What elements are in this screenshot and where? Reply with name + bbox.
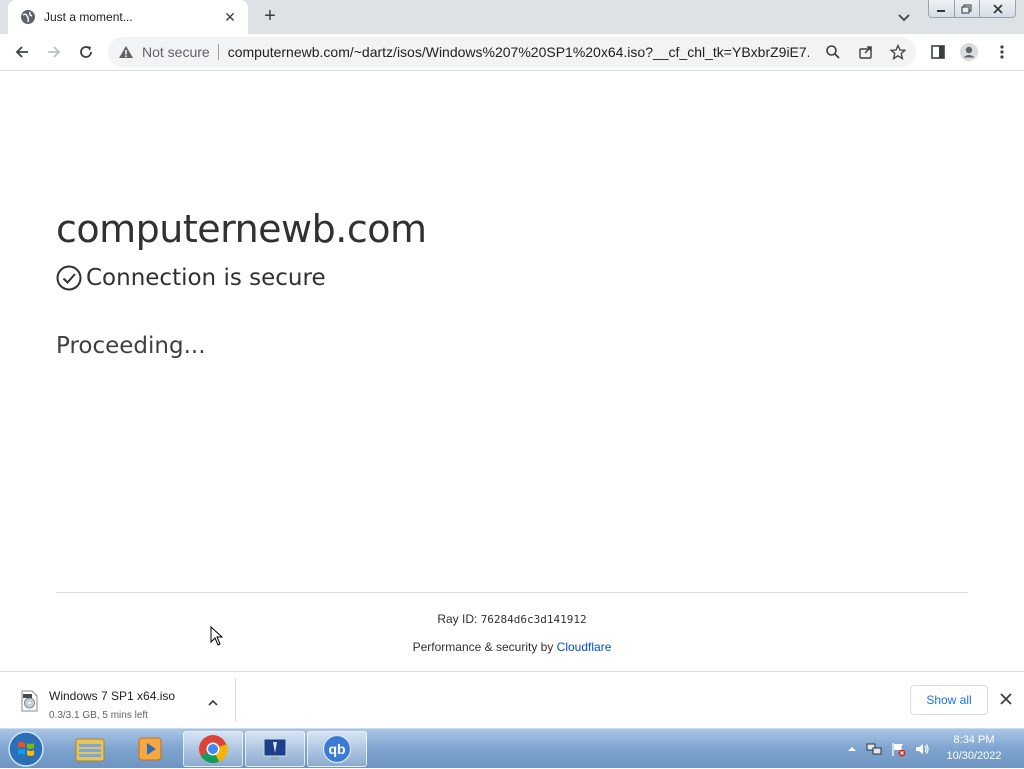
reload-button[interactable]: [76, 42, 96, 62]
minimize-icon: [937, 9, 946, 12]
clock-time: 8:34 PM: [953, 734, 995, 746]
qbittorrent-icon: qb: [322, 734, 352, 764]
download-shelf: Windows 7 SP1 x64.iso 0.3/3.1 GB, 5 mins…: [0, 671, 1024, 728]
search-icon[interactable]: [825, 44, 841, 60]
url-text[interactable]: computernewb.com/~dartz/isos/Windows%207…: [219, 44, 809, 60]
close-icon[interactable]: [998, 691, 1014, 707]
secure-status-row: Connection is secure: [56, 265, 326, 291]
tab-title: Just a moment...: [44, 10, 133, 24]
more-vert-icon: [1000, 45, 1004, 59]
profile-button[interactable]: [959, 42, 979, 62]
network-icon[interactable]: [866, 741, 882, 757]
cloudflare-link[interactable]: Cloudflare: [557, 640, 612, 654]
share-icon[interactable]: [858, 44, 874, 60]
avatar-icon: [960, 43, 978, 61]
secure-text: Connection is secure: [86, 265, 326, 291]
performance-label: Performance & security by: [412, 640, 554, 654]
side-panel-icon: [931, 45, 945, 59]
back-arrow-icon: [15, 46, 28, 58]
window-controls: [928, 0, 1016, 18]
warning-icon: [119, 46, 133, 58]
chevron-up-icon[interactable]: [844, 741, 860, 757]
performance-line: Performance & security by Cloudflare: [0, 640, 1024, 654]
page-content: computernewb.com Connection is secure Pr…: [0, 71, 1024, 671]
taskbar-media-player[interactable]: [120, 731, 180, 767]
browser-tab[interactable]: Just a moment... ✕: [8, 0, 248, 34]
system-app-icon: [263, 738, 287, 760]
menu-button[interactable]: [992, 42, 1012, 62]
security-status[interactable]: Not secure: [142, 44, 219, 60]
ray-id-line: Ray ID: 76284d6c3d141912: [0, 612, 1024, 626]
taskbar-explorer[interactable]: [60, 731, 120, 767]
divider: [56, 592, 968, 593]
page-title: computernewb.com: [56, 207, 427, 251]
back-button[interactable]: [12, 42, 32, 62]
ray-id-value: 76284d6c3d141912: [480, 613, 587, 626]
restore-button[interactable]: [955, 0, 981, 17]
chevron-up-icon[interactable]: [206, 696, 220, 710]
download-item[interactable]: Windows 7 SP1 x64.iso 0.3/3.1 GB, 5 mins…: [10, 678, 236, 722]
reload-icon: [80, 46, 92, 58]
globe-icon: [21, 10, 35, 24]
taskbar: qb 8:34 PM 10/30/2022: [0, 728, 1024, 768]
star-icon[interactable]: [890, 44, 906, 60]
browser-toolbar: Not secure computernewb.com/~dartz/isos/…: [0, 34, 1024, 71]
close-window-button[interactable]: [980, 0, 1015, 17]
folder-icon: [75, 738, 105, 762]
ray-id-label: Ray ID:: [437, 612, 478, 626]
download-status: 0.3/3.1 GB, 5 mins left: [49, 710, 148, 721]
new-tab-button[interactable]: +: [258, 5, 282, 29]
chrome-icon: [199, 735, 228, 763]
taskbar-qbittorrent[interactable]: qb: [307, 731, 367, 767]
check-circle-icon: [56, 265, 82, 291]
restore-icon: [961, 4, 972, 13]
forward-arrow-icon: [48, 46, 61, 58]
taskbar-app-window[interactable]: [245, 731, 305, 767]
tab-strip: Just a moment... ✕ +: [0, 0, 1024, 34]
chevron-down-icon[interactable]: [894, 7, 914, 27]
forward-button[interactable]: [44, 42, 64, 62]
side-panel-button[interactable]: [928, 42, 948, 62]
show-all-button[interactable]: Show all: [910, 685, 988, 715]
close-icon[interactable]: ✕: [222, 9, 238, 25]
status-text: Proceeding...: [56, 333, 206, 359]
volume-icon[interactable]: [914, 741, 930, 757]
taskbar-chrome[interactable]: [183, 731, 243, 767]
start-button[interactable]: [6, 730, 46, 768]
mouse-cursor-icon: [210, 626, 224, 646]
action-center-flag-icon[interactable]: [890, 741, 906, 757]
clock-date: 10/30/2022: [946, 750, 1002, 762]
minimize-button[interactable]: [929, 0, 955, 17]
svg-text:qb: qb: [328, 741, 345, 757]
clock[interactable]: 8:34 PM 10/30/2022: [932, 732, 1016, 764]
address-bar[interactable]: Not secure computernewb.com/~dartz/isos/…: [108, 37, 916, 67]
iso-file-icon: [21, 690, 38, 712]
download-file-name: Windows 7 SP1 x64.iso: [49, 689, 176, 703]
close-icon: [993, 3, 1003, 14]
media-player-icon: [138, 737, 162, 761]
